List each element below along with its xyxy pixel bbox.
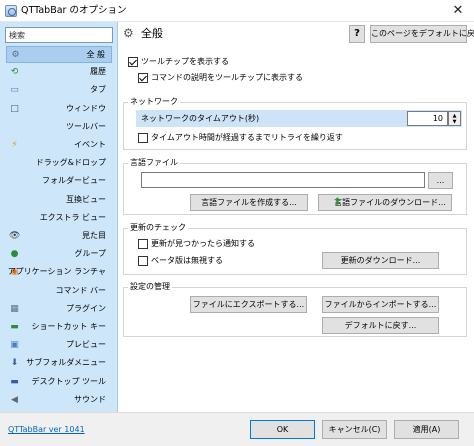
reset-defaults-button[interactable]: デフォルトに戻す... [322, 317, 439, 334]
sidebar-item-12[interactable]: ● グループ [6, 246, 112, 263]
settings-group-title: 設定の管理 [128, 282, 172, 292]
export-button[interactable]: ファイルにエクスポートする... [190, 296, 307, 313]
cmd-desc-checkbox[interactable] [138, 73, 148, 83]
window-title: QTTabBar のオプション [21, 5, 127, 16]
extra-view-icon [9, 213, 20, 223]
sidebar-item-label: サウンド [74, 394, 106, 404]
sidebar-item-1[interactable]: ⚙ 全 般 [6, 46, 112, 63]
sidebar-item-label: ドラッグ&ドロップ [35, 158, 106, 168]
sidebar-item-label: ウィンドウ [66, 103, 106, 113]
sidebar-item-label: エクストラ ビュー [39, 212, 106, 222]
create-language-button[interactable]: 言語ファイルを作成する... [190, 194, 308, 211]
language-group-title: 言語ファイル [128, 158, 180, 168]
cmd-desc-label: コマンドの説明をツールチップに表示する [151, 73, 303, 82]
drag-drop-icon [9, 158, 20, 168]
sidebar-item-9[interactable]: 互換ビュー [6, 192, 112, 209]
sidebar-item-label: ショートカット キー [31, 322, 106, 331]
sidebar-item-13[interactable]: ◉ アプリケーション ランチャ [6, 264, 112, 281]
sidebar-item-label: フォルダービュー [42, 176, 106, 186]
gear-icon: ⚙ [11, 50, 20, 60]
cancel-button[interactable]: キャンセル(C) [322, 420, 387, 439]
sidebar-item-label: プレビュー [66, 340, 106, 350]
app-icon [5, 5, 17, 17]
timeout-label: ネットワークのタイムアウト(秒) [141, 114, 260, 123]
sidebar-item-label: アプリケーション ランチャ [7, 267, 106, 277]
download-language-label: 言語ファイルのダウンロード... [334, 198, 446, 207]
history-icon: ⟲ [10, 67, 19, 78]
sidebar-item-label: コマンド バー [55, 285, 106, 295]
browse-button[interactable]: ... [428, 172, 453, 189]
download-update-button[interactable]: 更新のダウンロード... [322, 252, 439, 269]
sidebar-item-17[interactable]: ▣ プレビュー [6, 337, 112, 354]
sidebar-item-16[interactable]: ▬ ショートカット キー [6, 319, 112, 336]
restore-page-defaults-button[interactable]: このページをデフォルトに戻す [370, 25, 474, 43]
sidebar-item-20[interactable]: ◀ サウンド [6, 392, 112, 409]
sidebar-item-15[interactable]: ▦ プラグイン [6, 301, 112, 318]
folder-view-icon [9, 176, 20, 186]
apply-button[interactable]: 適用(A) [394, 420, 459, 439]
sidebar-item-label: グループ [74, 249, 106, 259]
ignore-beta-label: ベータ版は無視する [151, 256, 223, 265]
sidebar-item-label: タブ [90, 85, 106, 95]
sidebar-item-19[interactable]: ▬ デスクトップ ツール [6, 374, 112, 391]
timeout-spinner[interactable]: ▲ ▼ [448, 111, 461, 126]
lightning-icon: ⚡ [11, 140, 18, 150]
version-link[interactable]: QTTabBar ver 1041 [8, 425, 85, 434]
compat-view-icon [9, 195, 20, 205]
download-arrow-icon: ⬇ [333, 197, 342, 208]
eye-icon: 👁 [9, 231, 21, 241]
ignore-beta-checkbox[interactable] [138, 256, 148, 266]
retry-checkbox[interactable] [138, 133, 148, 143]
preview-icon: ▣ [10, 340, 19, 351]
sidebar-item-5[interactable]: ツールバー [6, 119, 112, 136]
sidebar-item-label: サブフォルダメニュー [26, 358, 106, 368]
update-group-title: 更新のチェック [128, 223, 188, 233]
sidebar-item-3[interactable]: ▭ タブ [6, 82, 112, 99]
retry-label: タイムアウト時間が経過するまでリトライを繰り返す [151, 133, 343, 142]
sidebar-item-14[interactable]: コマンド バー [6, 283, 112, 300]
notify-update-label: 更新が見つかったら通知する [151, 239, 255, 248]
sidebar-item-label: 見た目 [82, 231, 106, 240]
sidebar-item-8[interactable]: フォルダービュー [6, 173, 112, 190]
sidebar-item-label: イベント [74, 140, 106, 149]
tooltip-checkbox[interactable] [128, 57, 138, 67]
speaker-icon: ◀ [11, 394, 18, 405]
sidebar-item-10[interactable]: エクストラ ビュー [6, 210, 112, 227]
sidebar-item-label: 全 般 [86, 50, 105, 59]
ok-button[interactable]: OK [250, 420, 315, 439]
toolbar-icon [9, 122, 20, 132]
timeout-input[interactable] [407, 111, 448, 126]
plugin-icon: ▦ [10, 303, 19, 314]
window-icon: □ [10, 103, 19, 114]
tab-icon: ▭ [10, 85, 19, 96]
tooltip-label: ツールチップを表示する [141, 57, 229, 66]
notify-update-checkbox[interactable] [138, 239, 148, 249]
page-title: 全般 [141, 27, 163, 40]
sidebar-item-7[interactable]: ドラッグ&ドロップ [6, 155, 112, 172]
sidebar-item-6[interactable]: ⚡ イベント [6, 137, 112, 154]
network-group-title: ネットワーク [128, 97, 180, 107]
spin-down-icon[interactable]: ▼ [449, 119, 460, 125]
import-button[interactable]: ファイルからインポートする... [322, 296, 439, 313]
sidebar-item-label: プラグイン [66, 303, 106, 313]
download-language-button[interactable]: ⬇ 言語ファイルのダウンロード... [318, 194, 452, 211]
gear-icon: ⚙ [123, 26, 134, 40]
sidebar-item-label: 履歴 [90, 67, 106, 77]
sidebar-item-4[interactable]: □ ウィンドウ [6, 101, 112, 118]
sidebar-item-2[interactable]: ⟲ 履歴 [6, 64, 112, 81]
sidebar-item-label: デスクトップ ツール [31, 376, 106, 386]
subfolder-menu-icon: ⬇ [10, 358, 19, 369]
close-icon[interactable]: ✕ [448, 3, 468, 19]
sidebar-item-label: ツールバー [66, 121, 106, 131]
sidebar-item-11[interactable]: 👁 見た目 [6, 228, 112, 245]
group-icon: ● [10, 249, 19, 260]
keyboard-icon: ▬ [10, 322, 19, 332]
command-bar-icon [9, 286, 20, 296]
search-input[interactable] [5, 27, 113, 43]
desktop-tool-icon: ▬ [10, 376, 19, 387]
sidebar-item-label: 互換ビュー [66, 194, 106, 204]
sidebar-item-18[interactable]: ⬇ サブフォルダメニュー [6, 355, 112, 372]
language-file-input[interactable] [141, 172, 425, 188]
help-button[interactable]: ? [349, 25, 365, 43]
